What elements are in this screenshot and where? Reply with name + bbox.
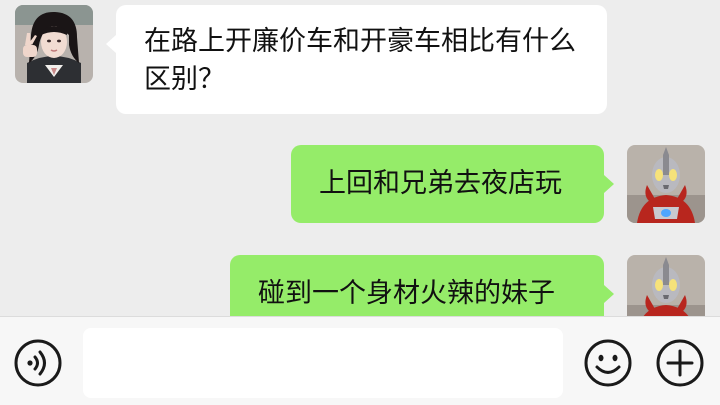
emoji-icon[interactable] [583, 338, 633, 388]
bubble-tail [604, 285, 614, 303]
ultraman-avatar[interactable] [627, 255, 705, 316]
input-bar [0, 316, 720, 405]
chat-screen: 在路上开廉价车和开豪车相比有什么区别？ 上回和兄弟去夜店玩 碰到一个身材火辣的妹… [0, 0, 720, 405]
message-text: 碰到一个身材火辣的妹子 [258, 278, 555, 309]
message-bubble-incoming[interactable]: 在路上开廉价车和开豪车相比有什么区别？ [116, 5, 607, 114]
message-bubble-outgoing[interactable]: 碰到一个身材火辣的妹子 [230, 255, 604, 316]
voice-icon[interactable] [13, 338, 63, 388]
bubble-tail [106, 35, 116, 53]
message-text: 上回和兄弟去夜店玩 [319, 168, 562, 199]
girl-avatar[interactable] [15, 5, 93, 83]
message-bubble-outgoing[interactable]: 上回和兄弟去夜店玩 [291, 145, 604, 223]
plus-icon[interactable] [655, 338, 705, 388]
message-input[interactable] [83, 328, 563, 398]
ultraman-avatar[interactable] [627, 145, 705, 223]
message-list[interactable]: 在路上开廉价车和开豪车相比有什么区别？ 上回和兄弟去夜店玩 碰到一个身材火辣的妹… [0, 0, 720, 316]
message-text: 在路上开廉价车和开豪车相比有什么区别？ [144, 26, 576, 95]
bubble-tail [604, 175, 614, 193]
